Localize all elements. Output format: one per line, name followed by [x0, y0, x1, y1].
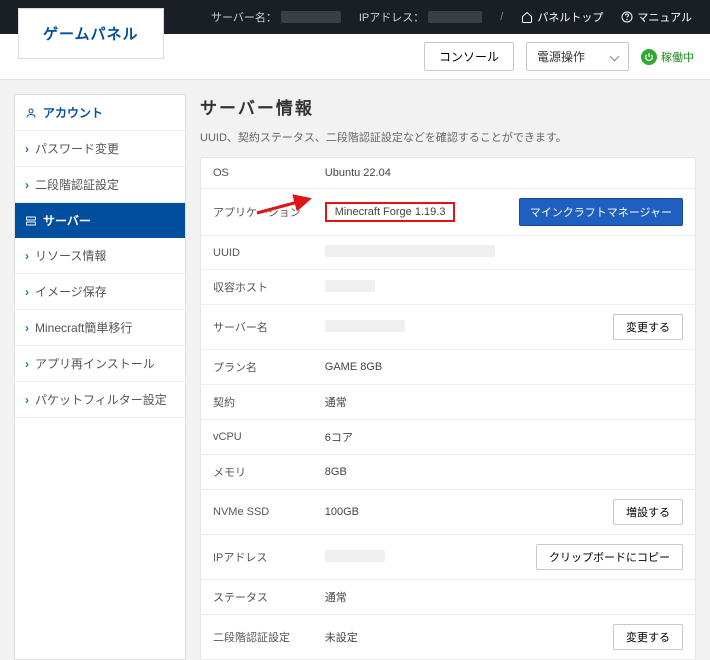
sidebar-item-mcmigrate[interactable]: Minecraft簡単移行: [15, 310, 185, 346]
row-ssd: NVMe SSD 100GB 増設する: [201, 490, 696, 535]
masked-ip: [428, 11, 482, 23]
masked-uuid: [325, 245, 495, 257]
row-contract: 契約 通常: [201, 385, 696, 420]
masked-server-name: [281, 11, 341, 23]
row-plan: プラン名 GAME 8GB: [201, 350, 696, 385]
change-mfa-button[interactable]: 変更する: [613, 624, 683, 650]
manual-link[interactable]: マニュアル: [621, 9, 692, 25]
page-title: サーバー情報: [200, 94, 696, 119]
logo: ゲームパネル: [18, 8, 164, 59]
sidebar-head-server: サーバー: [15, 203, 185, 238]
minecraft-manager-button[interactable]: マインクラフトマネージャー: [519, 198, 683, 226]
row-uuid: UUID: [201, 236, 696, 270]
app-value-highlight: Minecraft Forge 1.19.3: [325, 202, 456, 222]
row-host: 収容ホスト: [201, 270, 696, 305]
home-icon: [521, 11, 533, 23]
row-status: ステータス 通常: [201, 580, 696, 615]
row-os: OS Ubuntu 22.04: [201, 158, 696, 189]
help-icon: [621, 11, 633, 23]
sidebar: アカウント パスワード変更 二段階認証設定 サーバー リソース情報 イメージ保存…: [14, 94, 186, 660]
expand-ssd-button[interactable]: 増設する: [613, 499, 683, 525]
user-icon: [25, 107, 37, 119]
row-mfa: 二段階認証設定 未設定 変更する: [201, 615, 696, 660]
row-memory: メモリ 8GB: [201, 455, 696, 490]
row-server-name: サーバー名 変更する: [201, 305, 696, 350]
chevron-down-icon: [610, 52, 620, 62]
power-on-icon: [641, 49, 657, 65]
sidebar-item-resource[interactable]: リソース情報: [15, 238, 185, 274]
panel-top-link[interactable]: パネルトップ: [500, 9, 603, 25]
row-ip: IPアドレス クリップボードにコピー: [201, 535, 696, 580]
server-info-table: OS Ubuntu 22.04 アプリケーション Minecraft Forge…: [200, 157, 696, 660]
change-server-name-button[interactable]: 変更する: [613, 314, 683, 340]
masked-srvname: [325, 320, 405, 332]
main-content: サーバー情報 UUID、契約ステータス、二段階認証設定などを確認することができま…: [200, 94, 696, 660]
sidebar-head-account: アカウント: [15, 95, 185, 131]
topbar-server-name: サーバー名：: [211, 9, 341, 25]
page-description: UUID、契約ステータス、二段階認証設定などを確認することができます。: [200, 129, 696, 145]
sidebar-item-image[interactable]: イメージ保存: [15, 274, 185, 310]
status-indicator: 稼働中: [641, 49, 694, 65]
console-button[interactable]: コンソール: [424, 42, 514, 71]
power-dropdown[interactable]: 電源操作: [526, 42, 629, 71]
server-icon: [25, 215, 37, 227]
row-app: アプリケーション Minecraft Forge 1.19.3 マインクラフトマ…: [201, 189, 696, 236]
masked-host: [325, 280, 375, 292]
sidebar-item-reinstall[interactable]: アプリ再インストール: [15, 346, 185, 382]
masked-ip-value: [325, 550, 385, 562]
row-vcpu: vCPU 6コア: [201, 420, 696, 455]
copy-ip-button[interactable]: クリップボードにコピー: [536, 544, 683, 570]
sidebar-item-packetfilter[interactable]: パケットフィルター設定: [15, 382, 185, 418]
sidebar-item-mfa[interactable]: 二段階認証設定: [15, 167, 185, 203]
topbar-ip: IPアドレス：: [359, 9, 482, 25]
sidebar-item-password[interactable]: パスワード変更: [15, 131, 185, 167]
